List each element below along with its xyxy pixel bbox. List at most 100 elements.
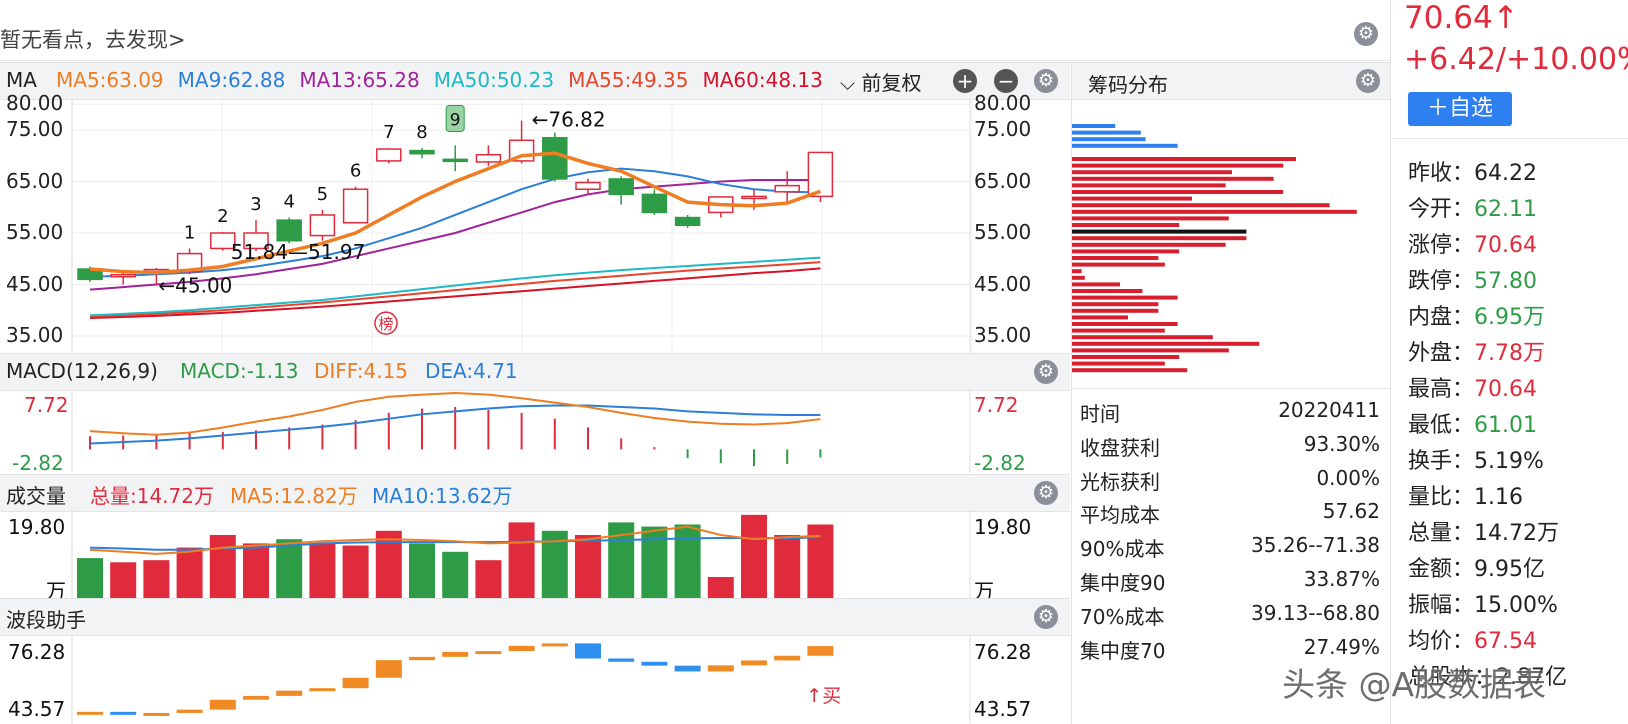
chip-info-key: 光标获利 bbox=[1080, 469, 1160, 494]
candle-body bbox=[442, 158, 468, 163]
chip-bar bbox=[1072, 289, 1143, 293]
price-tick-label: 55.00 bbox=[6, 220, 64, 244]
zoom-in-icon[interactable]: + bbox=[953, 69, 977, 93]
gear-icon[interactable] bbox=[1034, 360, 1058, 384]
price-change: +6.42/+10.00% bbox=[1404, 42, 1628, 77]
chip-info-value: 33.87% bbox=[1303, 567, 1380, 591]
low-annotation: ←45.00 bbox=[158, 274, 232, 298]
volume-bar bbox=[442, 551, 469, 598]
count-label: 1 bbox=[184, 222, 195, 243]
wave-bar bbox=[575, 643, 601, 659]
gear-icon[interactable] bbox=[1356, 69, 1380, 93]
volume-bar bbox=[508, 522, 535, 598]
wave-bar bbox=[409, 656, 435, 661]
wave-legend-bar: 波段助手 bbox=[0, 598, 1070, 636]
chip-info-value: 57.62 bbox=[1322, 499, 1380, 524]
macd-chart[interactable] bbox=[0, 389, 1072, 473]
wave-bar bbox=[176, 709, 203, 713]
legend-ma55: MA55:49.35 bbox=[568, 68, 689, 92]
wave-bar bbox=[143, 712, 170, 716]
quote-stat-value: 61.01 bbox=[1474, 413, 1537, 438]
volume-bar bbox=[409, 543, 435, 598]
price-tick-label: 45.00 bbox=[974, 271, 1032, 296]
chip-info-key: 70%成本 bbox=[1080, 604, 1165, 629]
chip-info-key: 集中度90 bbox=[1080, 571, 1166, 595]
volume-bar bbox=[707, 577, 734, 598]
chevron-down-icon: ⌵ bbox=[840, 71, 856, 95]
quote-stat-key: 最高： bbox=[1408, 377, 1475, 402]
legend-ma13: MA13:65.28 bbox=[299, 68, 420, 92]
volume-bar bbox=[774, 535, 801, 598]
wave-bar bbox=[707, 665, 734, 672]
count-label: 2 bbox=[217, 206, 228, 227]
candle-body bbox=[741, 195, 767, 200]
wave-bar bbox=[375, 660, 402, 678]
gear-icon[interactable] bbox=[1354, 22, 1378, 46]
kline-title: MA bbox=[6, 68, 37, 92]
fq-dropdown[interactable]: ⌵ 前复权 bbox=[840, 67, 922, 96]
quote-stat-key: 昨收： bbox=[1408, 161, 1475, 186]
chip-bar bbox=[1072, 275, 1085, 280]
chip-info-value: 0.00% bbox=[1316, 465, 1380, 490]
chip-info-value: 27.49% bbox=[1303, 634, 1380, 659]
ma-legend: MA5:63.09 MA9:62.88 MA13:65.28 MA50:50.23 MA… bbox=[56, 68, 823, 92]
wave-bar bbox=[674, 665, 701, 672]
chip-bar bbox=[1072, 130, 1141, 135]
candle-body bbox=[409, 149, 435, 155]
quote-stat-value: 64.22 bbox=[1474, 161, 1537, 186]
wave-top-left: 76.28 bbox=[8, 640, 66, 664]
gear-icon[interactable] bbox=[1034, 481, 1058, 505]
wave-bar bbox=[442, 651, 469, 657]
quote-stat-key: 量比： bbox=[1408, 485, 1475, 510]
chip-info-key: 90%成本 bbox=[1080, 537, 1165, 562]
gear-icon[interactable] bbox=[1034, 69, 1058, 93]
chip-bar bbox=[1072, 196, 1192, 201]
add-watchlist-button[interactable]: ＋自选 bbox=[1408, 92, 1512, 126]
price-tick-label: 75.00 bbox=[6, 117, 64, 141]
price-tick-label: 55.00 bbox=[974, 220, 1032, 244]
zoom-out-icon[interactable]: − bbox=[994, 69, 1018, 93]
kline-legend-bar: MA MA5:63.09 MA9:62.88 MA13:65.28 MA50:50.2… bbox=[0, 62, 1070, 100]
volume-total: 总量:14.72万 bbox=[90, 484, 214, 508]
panel-divider bbox=[1390, 0, 1391, 724]
chip-info-value: 93.30% bbox=[1303, 431, 1380, 456]
wave-bar bbox=[508, 645, 535, 652]
chip-info-row: 70%成本 39.13--68.80 bbox=[1080, 601, 1380, 634]
chip-bar bbox=[1072, 203, 1330, 208]
chip-bar bbox=[1072, 308, 1159, 313]
quote-stat-key: 最低： bbox=[1408, 413, 1475, 438]
volume-chart[interactable] bbox=[0, 510, 1072, 598]
chip-bar bbox=[1072, 328, 1165, 333]
wave-bar bbox=[807, 646, 834, 656]
chip-bar bbox=[1072, 137, 1146, 142]
candle-body bbox=[309, 214, 336, 237]
chip-distribution-chart[interactable] bbox=[1072, 100, 1390, 396]
chip-bar bbox=[1072, 262, 1165, 267]
quote-stat-row: 金额：9.95亿 bbox=[1408, 551, 1545, 583]
chip-bar bbox=[1072, 355, 1180, 359]
quote-stat-value: 67.54 bbox=[1474, 629, 1537, 654]
volume-ma10: MA10:13.62万 bbox=[372, 484, 513, 508]
kline-chart[interactable]: 1 2 3 4 5 6 7 8 9 ←76.82 ←45.00 51.84—51.97 榜 bbox=[0, 98, 1072, 354]
chip-info-row: 90%成本 35.26--71.38 bbox=[1080, 533, 1380, 566]
chip-info-value: 39.13--68.80 bbox=[1251, 600, 1380, 625]
wave-bar bbox=[309, 688, 336, 692]
macd-title: MACD(12,26,9) bbox=[6, 359, 158, 383]
quote-stat-key: 均价： bbox=[1408, 629, 1475, 654]
price-tick-label: 75.00 bbox=[974, 117, 1032, 141]
vol-ma5-line bbox=[89, 525, 821, 555]
top-note-link[interactable]: 暂无看点，去发现> bbox=[0, 24, 186, 54]
quote-stat-row: 换手：5.19% bbox=[1408, 443, 1544, 475]
chip-bar bbox=[1072, 216, 1229, 221]
wave-bar bbox=[209, 699, 236, 710]
wave-bar bbox=[641, 661, 668, 666]
candle-body bbox=[542, 136, 568, 180]
candle-body bbox=[674, 216, 701, 227]
chip-info-value: 20220411 bbox=[1278, 398, 1380, 422]
gear-icon[interactable] bbox=[1034, 605, 1058, 629]
wave-chart[interactable]: ↑买 bbox=[0, 634, 1072, 724]
quote-stat-value: 1.16 bbox=[1474, 485, 1523, 510]
chip-bar bbox=[1072, 242, 1226, 247]
chip-title: 筹码分布 bbox=[1088, 73, 1168, 97]
wave-bar bbox=[110, 711, 137, 715]
